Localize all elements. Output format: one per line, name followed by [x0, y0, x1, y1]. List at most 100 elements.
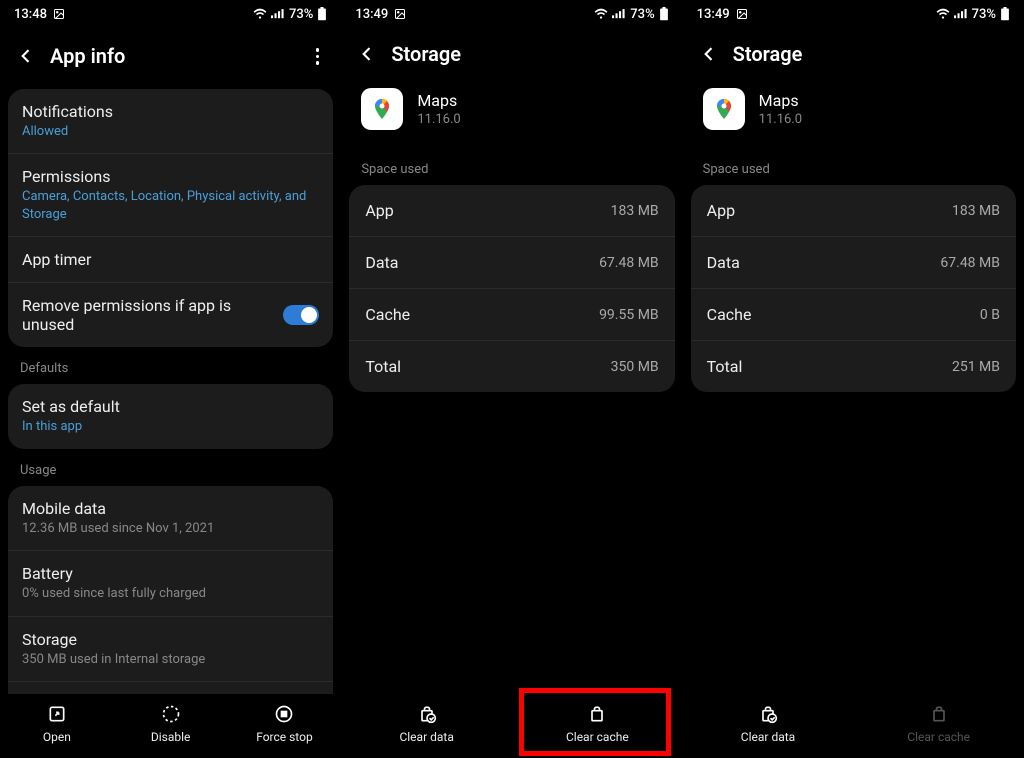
app-size-val: 183 MB — [952, 203, 1000, 219]
clear-data-label: Clear data — [741, 730, 795, 744]
bottom-bar: Clear data Clear cache — [341, 694, 682, 758]
back-icon[interactable] — [357, 44, 377, 64]
page-header: Storage — [683, 28, 1024, 84]
permissions-label: Permissions — [22, 167, 319, 186]
maps-app-icon — [703, 88, 745, 130]
permissions-row[interactable]: Permissions Camera, Contacts, Location, … — [8, 154, 333, 237]
force-stop-button[interactable]: Force stop — [228, 704, 342, 744]
clear-data-label: Clear data — [399, 730, 453, 744]
app-header: Maps 11.16.0 — [341, 84, 682, 148]
storage-label: Storage — [22, 630, 319, 649]
set-as-default-value: In this app — [22, 418, 319, 436]
app-size-val: 183 MB — [611, 203, 659, 219]
open-button[interactable]: Open — [0, 704, 114, 744]
battery-row[interactable]: Battery 0% used since last fully charged — [8, 551, 333, 617]
data-size-val: 67.48 MB — [940, 255, 1000, 271]
signal-icon — [954, 8, 968, 20]
storage-value: 350 MB used in Internal storage — [22, 651, 319, 669]
set-as-default-row[interactable]: Set as default In this app — [8, 384, 333, 449]
usage-section-label: Usage — [0, 449, 341, 486]
data-size-row: Data 67.48 MB — [691, 237, 1016, 289]
cache-size-key: Cache — [365, 305, 410, 324]
image-icon — [53, 8, 65, 20]
total-size-val: 251 MB — [952, 359, 1000, 375]
permissions-value: Camera, Contacts, Location, Physical act… — [22, 188, 319, 223]
app-name: Maps — [759, 91, 802, 110]
data-size-val: 67.48 MB — [599, 255, 659, 271]
app-size-row: App 183 MB — [691, 185, 1016, 237]
space-used-label: Space used — [683, 148, 1024, 185]
app-timer-label: App timer — [22, 250, 319, 269]
total-size-key: Total — [707, 357, 743, 376]
cache-size-val: 0 B — [980, 307, 1000, 323]
battery-icon — [317, 7, 327, 21]
cache-size-val: 99.55 MB — [599, 307, 659, 323]
clear-cache-button[interactable]: Clear cache — [512, 704, 683, 744]
clear-data-button[interactable]: Clear data — [341, 704, 512, 744]
phone-screen-storage-before: 13:49 73% Storage Maps — [341, 0, 682, 758]
defaults-panel: Set as default In this app — [8, 384, 333, 449]
notifications-label: Notifications — [22, 102, 319, 121]
status-battery-text: 73% — [289, 7, 313, 22]
page-title: App info — [50, 44, 296, 68]
bottom-bar: Open Disable Force stop — [0, 694, 341, 758]
image-icon — [394, 8, 406, 20]
status-battery-text: 73% — [630, 7, 654, 22]
data-size-key: Data — [707, 253, 740, 272]
app-size-row: App 183 MB — [349, 185, 674, 237]
mobile-data-label: Mobile data — [22, 499, 319, 518]
cache-size-key: Cache — [707, 305, 752, 324]
app-size-key: App — [707, 201, 735, 220]
app-version: 11.16.0 — [417, 112, 460, 127]
clear-cache-label: Clear cache — [907, 730, 970, 744]
open-label: Open — [43, 730, 71, 744]
status-battery-text: 73% — [972, 7, 996, 22]
maps-app-icon — [361, 88, 403, 130]
status-bar: 13:49 73% — [341, 0, 682, 28]
disable-button[interactable]: Disable — [114, 704, 228, 744]
app-version: 11.16.0 — [759, 112, 802, 127]
disable-label: Disable — [151, 730, 191, 744]
phone-screen-storage-after: 13:49 73% Storage Maps — [683, 0, 1024, 758]
clear-cache-button: Clear cache — [853, 704, 1024, 744]
status-time: 13:49 — [697, 7, 730, 22]
wifi-icon — [253, 8, 267, 20]
defaults-section-label: Defaults — [0, 347, 341, 384]
battery-icon — [1000, 7, 1010, 21]
status-time: 13:49 — [355, 7, 388, 22]
space-used-panel: App 183 MB Data 67.48 MB Cache 0 B Total… — [691, 185, 1016, 392]
status-time: 13:48 — [14, 7, 47, 22]
signal-icon — [271, 8, 285, 20]
signal-icon — [612, 8, 626, 20]
image-icon — [736, 8, 748, 20]
battery-value: 0% used since last fully charged — [22, 585, 319, 603]
back-icon[interactable] — [16, 46, 36, 66]
data-size-row: Data 67.48 MB — [349, 237, 674, 289]
more-menu-icon[interactable] — [310, 42, 326, 71]
phone-screen-app-info: 13:48 73% App info Notifications — [0, 0, 341, 758]
storage-row[interactable]: Storage 350 MB used in Internal storage — [8, 617, 333, 683]
app-timer-row[interactable]: App timer — [8, 237, 333, 283]
bottom-bar: Clear data Clear cache — [683, 694, 1024, 758]
space-used-label: Space used — [341, 148, 682, 185]
data-size-key: Data — [365, 253, 398, 272]
remove-permissions-label: Remove permissions if app is unused — [22, 296, 283, 334]
page-header: App info — [0, 28, 341, 89]
notifications-value: Allowed — [22, 123, 319, 141]
clear-data-button[interactable]: Clear data — [683, 704, 854, 744]
notifications-row[interactable]: Notifications Allowed — [8, 89, 333, 155]
remove-permissions-toggle[interactable] — [283, 305, 319, 325]
cache-size-row: Cache 99.55 MB — [349, 289, 674, 341]
space-used-panel: App 183 MB Data 67.48 MB Cache 99.55 MB … — [349, 185, 674, 392]
back-icon[interactable] — [699, 44, 719, 64]
total-size-row: Total 350 MB — [349, 341, 674, 392]
app-size-key: App — [365, 201, 393, 220]
remove-permissions-row[interactable]: Remove permissions if app is unused — [8, 283, 333, 347]
mobile-data-value: 12.36 MB used since Nov 1, 2021 — [22, 520, 319, 538]
battery-label: Battery — [22, 564, 319, 583]
mobile-data-row[interactable]: Mobile data 12.36 MB used since Nov 1, 2… — [8, 486, 333, 552]
total-size-row: Total 251 MB — [691, 341, 1016, 392]
page-header: Storage — [341, 28, 682, 84]
total-size-val: 350 MB — [611, 359, 659, 375]
page-title: Storage — [391, 42, 666, 66]
